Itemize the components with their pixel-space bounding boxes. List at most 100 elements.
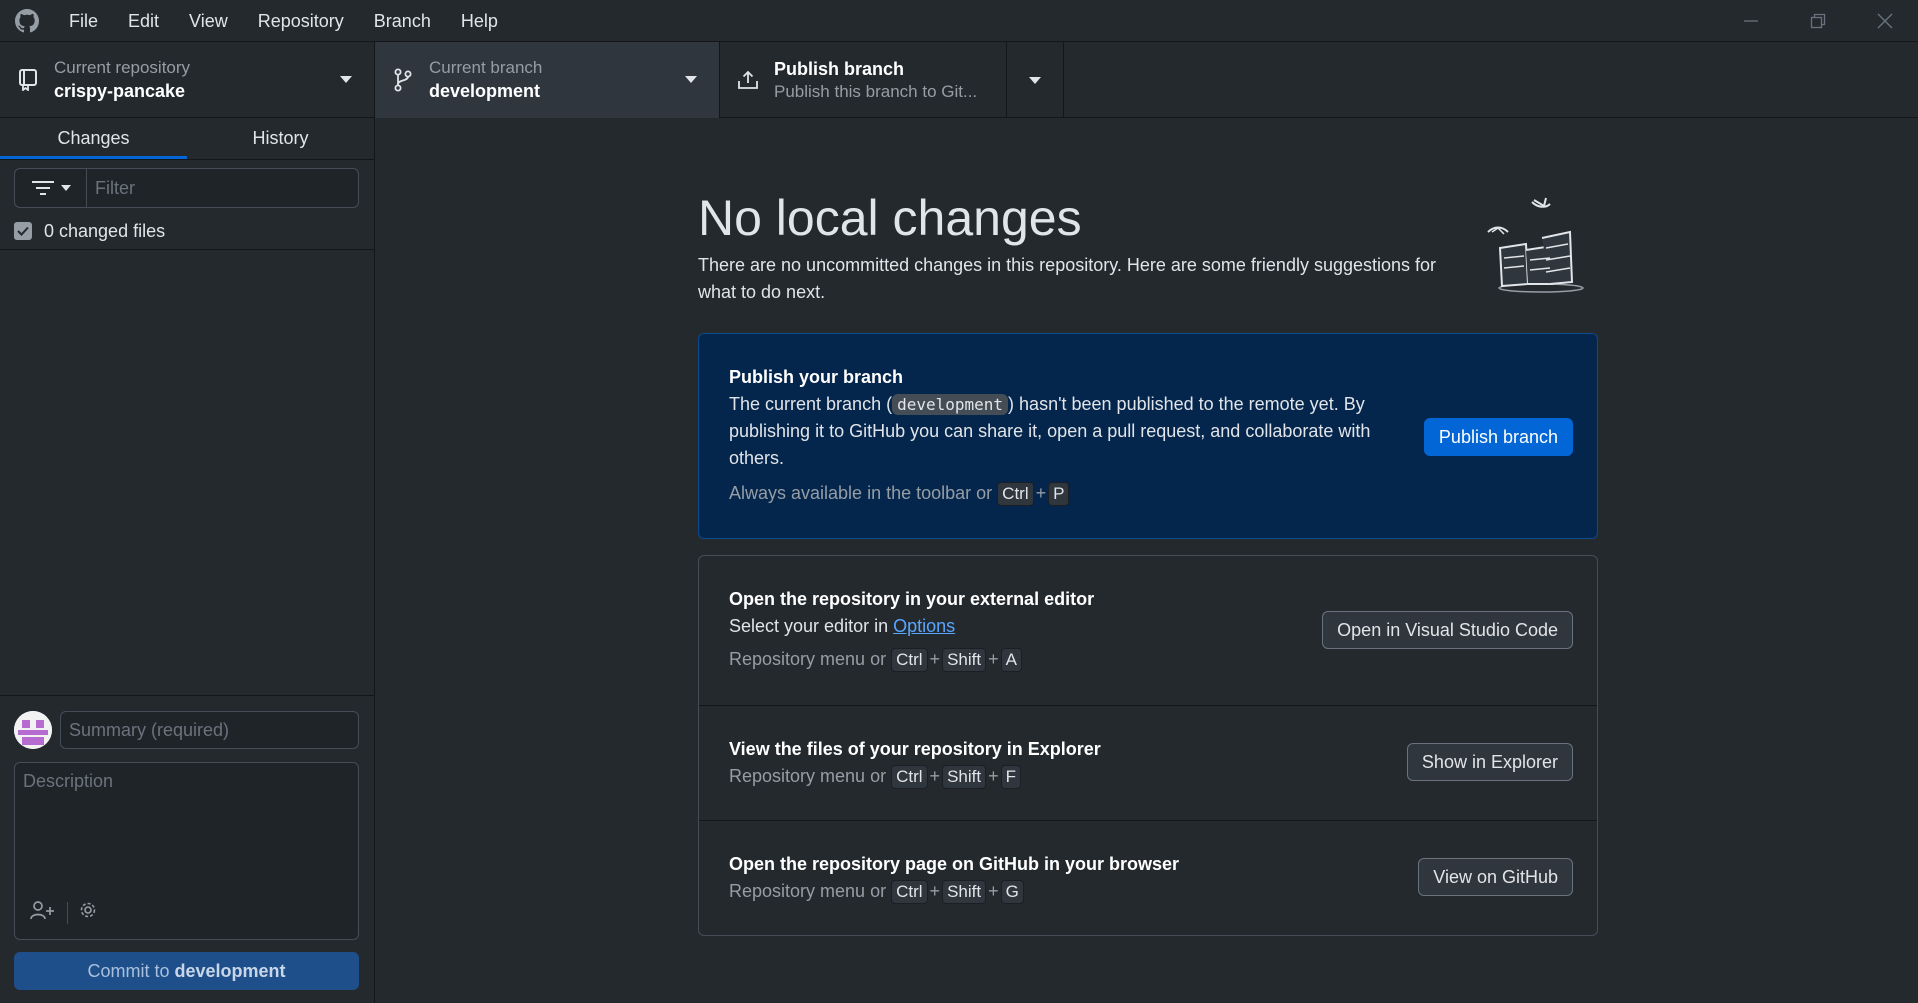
repository-selector[interactable]: Current repository crispy-pancake bbox=[0, 42, 375, 118]
github-title: Open the repository page on GitHub in yo… bbox=[729, 854, 1180, 874]
key-shift: Shift bbox=[942, 880, 987, 904]
publish-branch-button[interactable]: Publish branch bbox=[1423, 418, 1573, 456]
toolbar: Current repository crispy-pancake Curren… bbox=[0, 42, 1918, 118]
menu-view[interactable]: View bbox=[174, 0, 243, 42]
description-placeholder: Description bbox=[23, 771, 114, 791]
hint-text: Repository menu or bbox=[729, 881, 887, 901]
key-ctrl: Ctrl bbox=[997, 482, 1034, 506]
filter-input[interactable]: Filter bbox=[87, 169, 358, 207]
plus-sign: + bbox=[988, 881, 999, 901]
add-coauthor-icon[interactable] bbox=[29, 900, 57, 925]
hint-text: Repository menu or bbox=[729, 766, 887, 786]
check-icon bbox=[17, 226, 29, 236]
plus-sign: + bbox=[988, 766, 999, 786]
plus-sign: + bbox=[929, 766, 941, 786]
summary-input[interactable]: Summary (required) bbox=[60, 711, 359, 749]
commit-branch: development bbox=[174, 961, 286, 981]
publish-dropdown-button[interactable] bbox=[1007, 42, 1064, 118]
repo-icon bbox=[16, 68, 40, 92]
avatar bbox=[14, 711, 52, 749]
sidebar-tabs: Changes History bbox=[0, 118, 374, 160]
divider bbox=[67, 901, 68, 924]
branch-name: development bbox=[429, 81, 541, 101]
options-link[interactable]: Options bbox=[893, 616, 955, 636]
key-shift: Shift bbox=[942, 765, 987, 789]
menu-bar: File Edit View Repository Branch Help bbox=[54, 0, 513, 42]
key-ctrl: Ctrl bbox=[891, 648, 928, 672]
editor-title: Open the repository in your external edi… bbox=[729, 589, 1095, 609]
chevron-down-icon bbox=[340, 76, 352, 83]
key-p: P bbox=[1048, 482, 1070, 506]
menu-repository[interactable]: Repository bbox=[243, 0, 359, 42]
menu-branch[interactable]: Branch bbox=[359, 0, 446, 42]
repo-name: crispy-pancake bbox=[54, 81, 186, 101]
hint-text: Always available in the toolbar or bbox=[729, 483, 993, 503]
page-title: No local changes bbox=[698, 190, 1082, 246]
gear-icon[interactable] bbox=[78, 900, 98, 925]
editor-text: Select your editor in Options bbox=[729, 613, 1094, 640]
minimize-icon[interactable] bbox=[1717, 0, 1784, 42]
key-f: F bbox=[1000, 765, 1021, 789]
branch-code: development bbox=[892, 394, 1009, 415]
commit-button[interactable]: Commit to development bbox=[14, 952, 359, 990]
key-ctrl: Ctrl bbox=[891, 880, 928, 904]
branch-selector[interactable]: Current branch development bbox=[375, 42, 720, 118]
chevron-down-icon bbox=[60, 185, 71, 191]
window-controls bbox=[1717, 0, 1918, 42]
explorer-suggestion: View the files of your repository in Exp… bbox=[699, 705, 1597, 820]
changed-files-row: 0 changed files bbox=[14, 216, 165, 246]
publish-branch-toolbar-button[interactable]: Publish branch Publish this branch to Gi… bbox=[720, 42, 1007, 118]
tab-history[interactable]: History bbox=[187, 118, 374, 159]
chevron-down-icon bbox=[1029, 76, 1041, 84]
chevron-down-icon bbox=[685, 76, 697, 83]
tab-changes[interactable]: Changes bbox=[0, 118, 187, 159]
open-in-vscode-button[interactable]: Open in Visual Studio Code bbox=[1322, 611, 1573, 649]
show-in-explorer-button[interactable]: Show in Explorer bbox=[1406, 743, 1573, 781]
filter-box: Filter bbox=[14, 168, 359, 208]
publish-branch-card: Publish your branch The current branch (… bbox=[698, 333, 1598, 539]
close-icon[interactable] bbox=[1851, 0, 1918, 42]
filter-icon bbox=[31, 181, 54, 195]
github-hint: Repository menu or Ctrl + Shift + G bbox=[729, 878, 1179, 905]
plus-sign: + bbox=[988, 649, 999, 669]
explorer-title: View the files of your repository in Exp… bbox=[729, 739, 1101, 759]
select-all-checkbox[interactable] bbox=[14, 222, 32, 240]
github-suggestion: Open the repository page on GitHub in yo… bbox=[699, 820, 1597, 935]
description-field[interactable]: Description bbox=[14, 762, 359, 940]
upload-icon bbox=[736, 68, 760, 92]
menu-edit[interactable]: Edit bbox=[113, 0, 174, 42]
editor-suggestion: Open the repository in your external edi… bbox=[699, 556, 1597, 705]
publish-title: Publish branch bbox=[774, 59, 905, 79]
filter-options-button[interactable] bbox=[15, 169, 87, 207]
divider bbox=[0, 249, 374, 250]
suggestions-card: Open the repository in your external edi… bbox=[698, 555, 1598, 936]
repo-label: Current repository bbox=[54, 58, 191, 77]
key-g: G bbox=[1000, 880, 1024, 904]
intro-text: There are no uncommitted changes in this… bbox=[698, 255, 1437, 302]
main-content: No local changes There are no uncommitte… bbox=[376, 118, 1918, 1003]
menu-help[interactable]: Help bbox=[446, 0, 513, 42]
menu-file[interactable]: File bbox=[54, 0, 113, 42]
key-a: A bbox=[1000, 648, 1022, 672]
editor-hint: Repository menu or Ctrl + Shift + A bbox=[729, 646, 1094, 673]
view-on-github-button[interactable]: View on GitHub bbox=[1418, 858, 1573, 896]
commit-area: Summary (required) Description Commit to… bbox=[0, 695, 374, 1003]
restore-icon[interactable] bbox=[1784, 0, 1851, 42]
key-shift: Shift bbox=[942, 648, 987, 672]
publish-subtitle: Publish this branch to Git... bbox=[774, 82, 978, 101]
publish-card-text: The current branch (development) hasn't … bbox=[729, 391, 1409, 472]
branch-label: Current branch bbox=[429, 58, 543, 77]
sidebar: Changes History Filter 0 changed files S… bbox=[0, 118, 375, 1003]
github-logo-icon bbox=[0, 0, 54, 42]
branch-icon bbox=[391, 68, 415, 92]
editor-text-label: Select your editor in bbox=[729, 616, 894, 636]
publish-text-a: The current branch ( bbox=[729, 394, 893, 414]
title-bar: File Edit View Repository Branch Help bbox=[0, 0, 1918, 42]
explorer-hint: Repository menu or Ctrl + Shift + F bbox=[729, 763, 1101, 790]
publish-card-hint: Always available in the toolbar or Ctrl +… bbox=[729, 480, 1409, 507]
changed-files-count: 0 changed files bbox=[44, 220, 166, 241]
plus-sign: + bbox=[1035, 483, 1047, 503]
commit-prefix: Commit to bbox=[87, 961, 175, 981]
empty-state-illustration bbox=[1486, 188, 1596, 298]
plus-sign: + bbox=[929, 649, 941, 669]
